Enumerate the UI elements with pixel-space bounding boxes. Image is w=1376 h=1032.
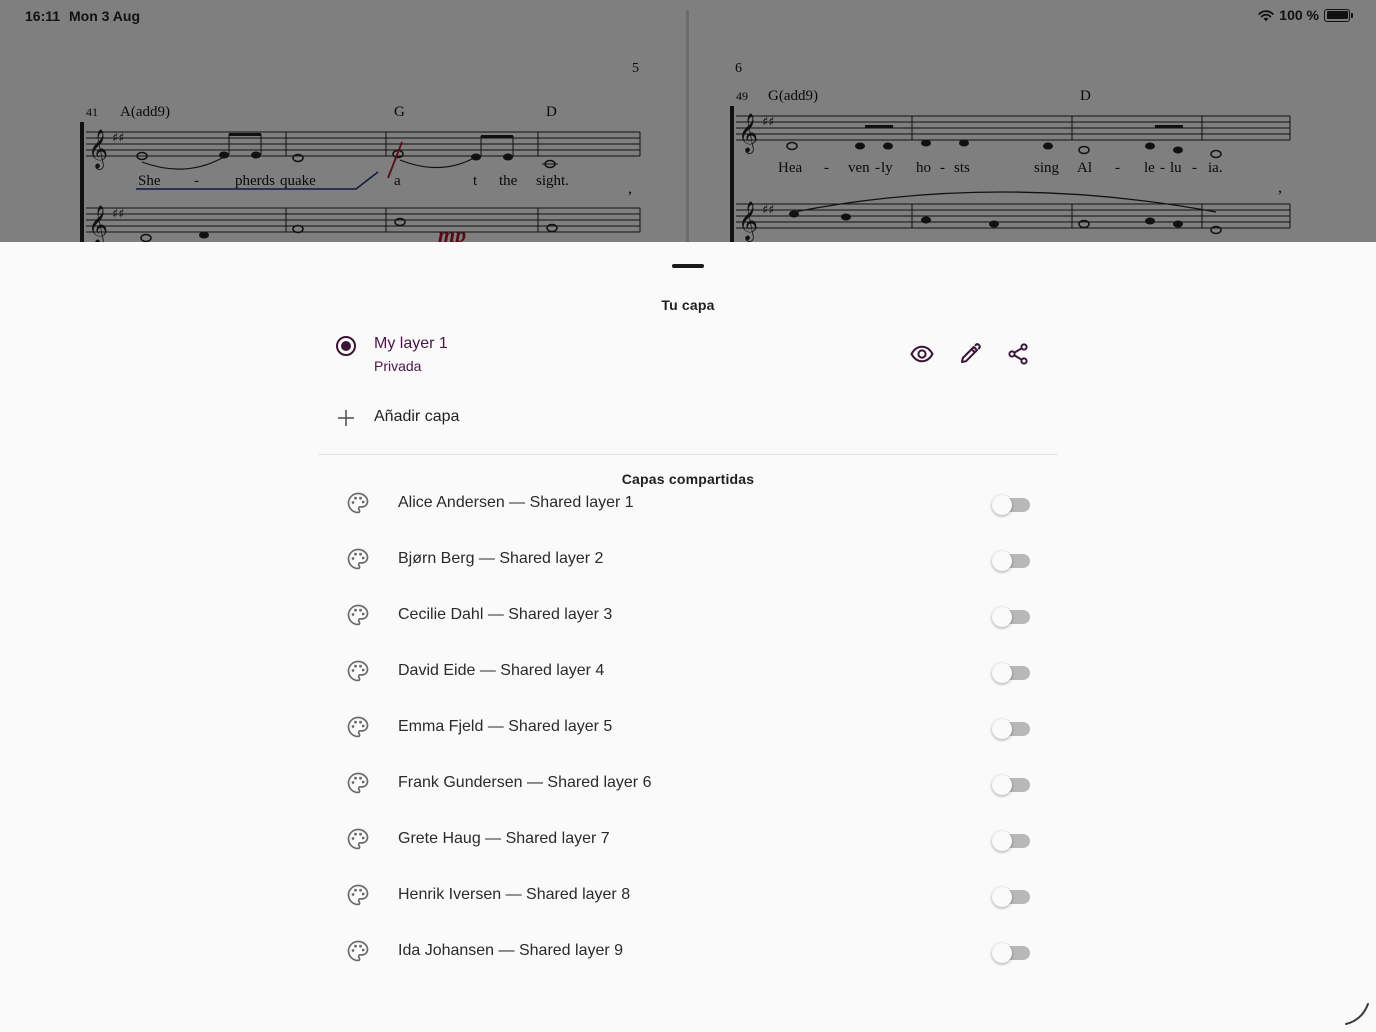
palette-icon bbox=[347, 828, 369, 850]
shared-layers-title: Capas compartidas bbox=[621, 471, 755, 487]
shared-layer-toggle[interactable] bbox=[992, 717, 1030, 739]
shared-layer-toggle[interactable] bbox=[992, 829, 1030, 851]
resize-handle-icon[interactable] bbox=[1344, 1000, 1372, 1028]
shared-layer-label: Cecilie Dahl — Shared layer 3 bbox=[398, 606, 613, 623]
pencil-icon bbox=[961, 343, 981, 363]
shared-layer-toggle[interactable] bbox=[992, 941, 1030, 963]
add-layer-label: Añadir capa bbox=[374, 408, 460, 425]
drag-handle[interactable] bbox=[672, 264, 704, 268]
shared-layer-label: Alice Andersen — Shared layer 1 bbox=[398, 494, 634, 511]
palette-icon bbox=[347, 716, 369, 738]
scrim-overlay[interactable] bbox=[0, 0, 1376, 242]
share-icon bbox=[1008, 343, 1028, 365]
status-indicators: 100 % bbox=[1258, 7, 1353, 23]
palette-icon bbox=[347, 884, 369, 906]
battery-icon bbox=[1324, 8, 1353, 22]
shared-layer-toggle[interactable] bbox=[992, 605, 1030, 627]
eye-icon bbox=[910, 345, 934, 363]
shared-layer-label: Bjørn Berg — Shared layer 2 bbox=[398, 550, 604, 567]
shared-layer-row[interactable]: Frank Gundersen — Shared layer 6 bbox=[318, 771, 1058, 827]
battery-percentage: 100 % bbox=[1279, 7, 1319, 23]
shared-layer-toggle[interactable] bbox=[992, 661, 1030, 683]
status-bar: 16:11 Mon 3 Aug 100 % bbox=[0, 0, 1376, 32]
view-layer-button[interactable] bbox=[908, 340, 936, 368]
shared-layer-label: Frank Gundersen — Shared layer 6 bbox=[398, 774, 652, 791]
my-layer-radio[interactable] bbox=[336, 336, 356, 356]
palette-icon bbox=[347, 940, 369, 962]
palette-icon bbox=[347, 660, 369, 682]
share-layer-button[interactable] bbox=[1004, 340, 1032, 368]
section-divider bbox=[318, 454, 1058, 455]
shared-layer-toggle[interactable] bbox=[992, 549, 1030, 571]
score-view[interactable]: 5 41 A(add9) G D 𝄞 ♯♯ bbox=[0, 0, 1376, 242]
plus-icon bbox=[338, 410, 354, 426]
palette-icon bbox=[347, 772, 369, 794]
shared-layer-toggle[interactable] bbox=[992, 773, 1030, 795]
my-layer-name: My layer 1 bbox=[374, 335, 448, 352]
shared-layer-row[interactable]: Ida Johansen — Shared layer 9 bbox=[318, 939, 1058, 995]
status-time: 16:11 bbox=[25, 8, 61, 24]
shared-layer-label: David Eide — Shared layer 4 bbox=[398, 662, 605, 679]
shared-layer-toggle[interactable] bbox=[992, 885, 1030, 907]
shared-layer-row[interactable]: Emma Fjeld — Shared layer 5 bbox=[318, 715, 1058, 771]
shared-layer-label: Emma Fjeld — Shared layer 5 bbox=[398, 718, 613, 735]
palette-icon bbox=[347, 604, 369, 626]
palette-icon bbox=[347, 492, 369, 514]
status-date: Mon 3 Aug bbox=[69, 8, 141, 24]
wifi-icon bbox=[1258, 9, 1274, 21]
shared-layer-row[interactable]: Henrik Iversen — Shared layer 8 bbox=[318, 883, 1058, 939]
shared-layer-row[interactable]: David Eide — Shared layer 4 bbox=[318, 659, 1058, 715]
shared-layer-row[interactable]: Alice Andersen — Shared layer 1 bbox=[318, 491, 1058, 547]
shared-layer-row[interactable]: Bjørn Berg — Shared layer 2 bbox=[318, 547, 1058, 603]
shared-layers-list: Alice Andersen — Shared layer 1 Bjørn Be… bbox=[318, 491, 1058, 995]
shared-layer-row[interactable]: Cecilie Dahl — Shared layer 3 bbox=[318, 603, 1058, 659]
palette-icon bbox=[347, 548, 369, 570]
shared-layer-label: Ida Johansen — Shared layer 9 bbox=[398, 942, 624, 959]
edit-layer-button[interactable] bbox=[956, 340, 984, 368]
your-layer-title: Tu capa bbox=[661, 297, 715, 313]
shared-layer-label: Grete Haug — Shared layer 7 bbox=[398, 830, 610, 847]
layers-bottom-sheet: Tu capa My layer 1 Privada Añadir capa C… bbox=[0, 242, 1376, 1032]
shared-layer-toggle[interactable] bbox=[992, 493, 1030, 515]
my-layer-row[interactable]: My layer 1 Privada bbox=[318, 332, 1058, 378]
shared-layer-label: Henrik Iversen — Shared layer 8 bbox=[398, 886, 631, 903]
add-layer-button[interactable]: Añadir capa bbox=[318, 404, 1058, 434]
my-layer-visibility: Privada bbox=[374, 358, 422, 374]
shared-layer-row[interactable]: Grete Haug — Shared layer 7 bbox=[318, 827, 1058, 883]
